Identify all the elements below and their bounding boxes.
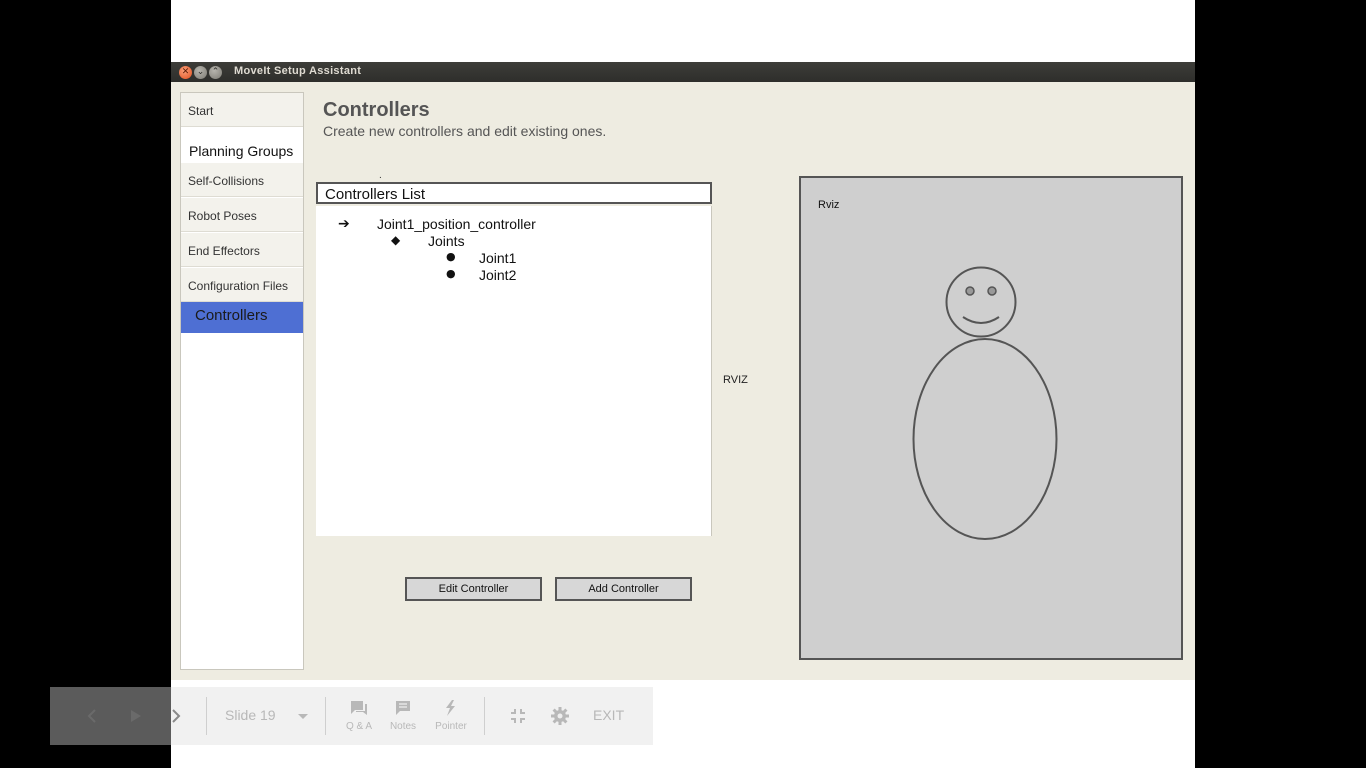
presenter-toolbar: Slide 19 Q & A Notes Pointer EXIT: [50, 687, 653, 745]
toolbar-separator: [484, 697, 485, 735]
qa-label[interactable]: Q & A: [340, 721, 378, 732]
window-titlebar: ✕ ⌄ ⌃ MoveIt Setup Assistant: [171, 62, 1195, 82]
diamond-bullet-icon: ◆: [391, 233, 401, 247]
sidebar-item-controllers[interactable]: Controllers: [181, 302, 303, 333]
rviz-splitter-label: RVIZ: [723, 374, 748, 386]
window-title: MoveIt Setup Assistant: [234, 65, 362, 77]
sidebar-item-robot-poses[interactable]: Robot Poses: [181, 198, 303, 232]
toolbar-separator: [325, 697, 326, 735]
stray-dot: .: [379, 170, 382, 181]
sidebar-item-configuration-files[interactable]: Configuration Files: [181, 268, 303, 302]
minimize-window-button[interactable]: ⌄: [194, 66, 207, 79]
toolbar-separator: [206, 697, 207, 735]
notes-icon[interactable]: [395, 700, 411, 716]
controllers-list-header: Controllers List: [316, 182, 712, 204]
pointer-icon[interactable]: [442, 699, 458, 717]
controllers-tree[interactable]: ➔ Joint1_position_controller ◆ Joints ● …: [316, 206, 712, 536]
sidebar-item-end-effectors[interactable]: End Effectors: [181, 233, 303, 267]
sidebar-item-self-collisions[interactable]: Self-Collisions: [181, 163, 303, 197]
gear-icon[interactable]: [550, 706, 570, 726]
play-icon[interactable]: [129, 708, 143, 724]
robot-figure-icon: [912, 266, 1058, 540]
qa-icon[interactable]: [350, 700, 368, 716]
sidebar: Start Planning Groups Self-Collisions Ro…: [180, 92, 304, 670]
tree-item-joints[interactable]: Joints: [428, 233, 465, 249]
exit-fullscreen-icon[interactable]: [510, 708, 526, 724]
rviz-panel[interactable]: Rviz: [799, 176, 1183, 660]
chevron-down-icon[interactable]: [297, 713, 309, 721]
close-window-button[interactable]: ✕: [179, 66, 192, 79]
slide-number[interactable]: Slide 19: [225, 707, 276, 723]
exit-button[interactable]: EXIT: [593, 707, 624, 723]
tree-item-joint2[interactable]: Joint2: [479, 267, 516, 283]
next-slide-icon[interactable]: [170, 708, 182, 724]
arrow-icon: ➔: [338, 216, 350, 232]
toolbar-shade: [50, 687, 171, 745]
previous-slide-icon[interactable]: [86, 708, 98, 724]
notes-label[interactable]: Notes: [384, 721, 422, 732]
page-subtitle: Create new controllers and edit existing…: [323, 123, 607, 139]
add-controller-button[interactable]: Add Controller: [555, 577, 692, 601]
sidebar-item-start[interactable]: Start: [181, 93, 303, 127]
tree-item-joint1[interactable]: Joint1: [479, 250, 516, 266]
edit-controller-button[interactable]: Edit Controller: [405, 577, 542, 601]
maximize-window-button[interactable]: ⌃: [209, 66, 222, 79]
dot-bullet-icon: ●: [446, 250, 456, 263]
tree-item-controller[interactable]: Joint1_position_controller: [377, 216, 536, 232]
page-title: Controllers: [323, 99, 430, 121]
pointer-label[interactable]: Pointer: [430, 721, 472, 732]
dot-bullet-icon: ●: [446, 267, 456, 280]
app-window: ✕ ⌄ ⌃ MoveIt Setup Assistant Start Plann…: [171, 62, 1195, 680]
